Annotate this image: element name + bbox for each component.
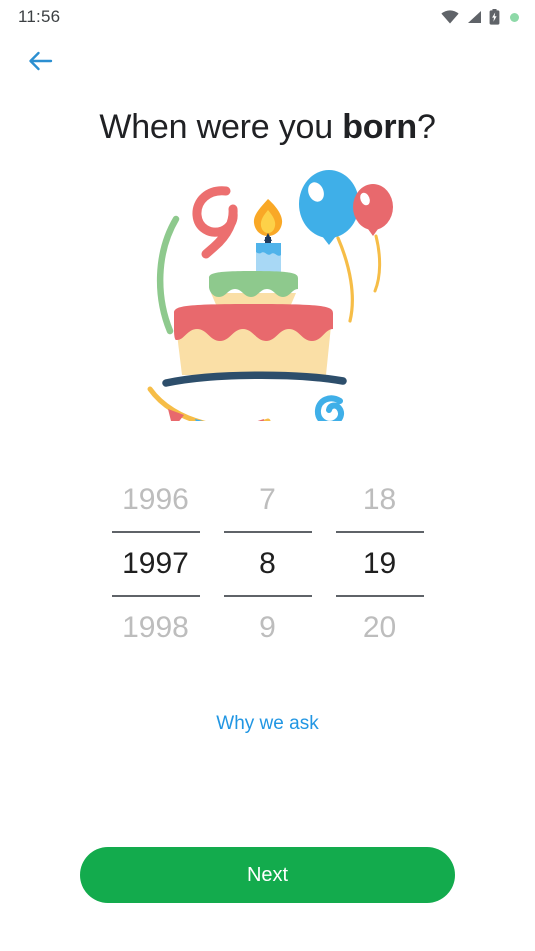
day-selected-value[interactable]: 19: [335, 531, 424, 597]
recording-dot-icon: [510, 12, 519, 22]
day-previous-value[interactable]: 18: [336, 469, 424, 531]
why-we-ask-container: Why we ask: [0, 707, 535, 741]
blue-balloon-string-shape: [335, 236, 354, 323]
candle-flame-shape: [253, 199, 282, 236]
month-picker-column[interactable]: 7 8 9: [223, 469, 312, 659]
page-title-emphasis: born: [342, 108, 417, 146]
cake-top-tier-shape: [208, 271, 298, 307]
bunting-string-shape: [147, 386, 270, 421]
year-selected-value[interactable]: 1997: [111, 531, 200, 597]
signal-icon: [466, 10, 482, 24]
status-bar-icons: [441, 9, 519, 25]
day-next-value[interactable]: 20: [336, 597, 424, 659]
green-arc-shape: [156, 215, 179, 335]
year-picker-column[interactable]: 1996 1997 1998: [111, 469, 200, 659]
why-we-ask-link[interactable]: Why we ask: [206, 707, 328, 741]
month-previous-value[interactable]: 7: [224, 469, 312, 531]
month-selected-value[interactable]: 8: [223, 531, 312, 597]
birthday-entry-screen: 11:56 When were you born? 1996 1997 1998…: [0, 0, 535, 951]
status-bar: 11:56: [0, 0, 535, 34]
red-balloon-shape: [352, 184, 393, 236]
status-bar-clock: 11:56: [18, 7, 61, 26]
candle-body-shape: [255, 243, 281, 275]
day-picker-column[interactable]: 18 19 20: [335, 469, 424, 659]
blue-spiral-shape: [314, 395, 344, 421]
wifi-icon: [441, 10, 459, 24]
cake-bottom-tier-shape: [173, 304, 333, 375]
date-picker: 1996 1997 1998 7 8 9 18 19 20: [0, 469, 535, 659]
page-title-prefix: When were you: [99, 108, 343, 146]
bunting-flags-shape: [167, 409, 264, 421]
plate-shape: [161, 371, 347, 387]
page-title-suffix: ?: [416, 108, 436, 146]
navigation-bar: [0, 34, 535, 92]
date-picker-columns: 1996 1997 1998 7 8 9 18 19 20: [111, 469, 424, 659]
month-next-value[interactable]: 9: [224, 597, 312, 659]
birthday-cake-illustration: [0, 161, 535, 421]
page-title: When were you born?: [0, 108, 535, 147]
year-previous-value[interactable]: 1996: [112, 469, 200, 531]
next-button[interactable]: Next: [80, 847, 455, 903]
year-next-value[interactable]: 1998: [112, 597, 200, 659]
illustration-svg: [147, 170, 393, 421]
back-button[interactable]: [20, 42, 62, 84]
number-nine-shape: [192, 186, 238, 259]
red-balloon-string-shape: [373, 234, 381, 293]
blue-balloon-shape: [298, 170, 359, 245]
battery-charging-icon: [489, 9, 500, 25]
footer: Next: [0, 847, 535, 951]
arrow-left-icon: [28, 50, 54, 77]
